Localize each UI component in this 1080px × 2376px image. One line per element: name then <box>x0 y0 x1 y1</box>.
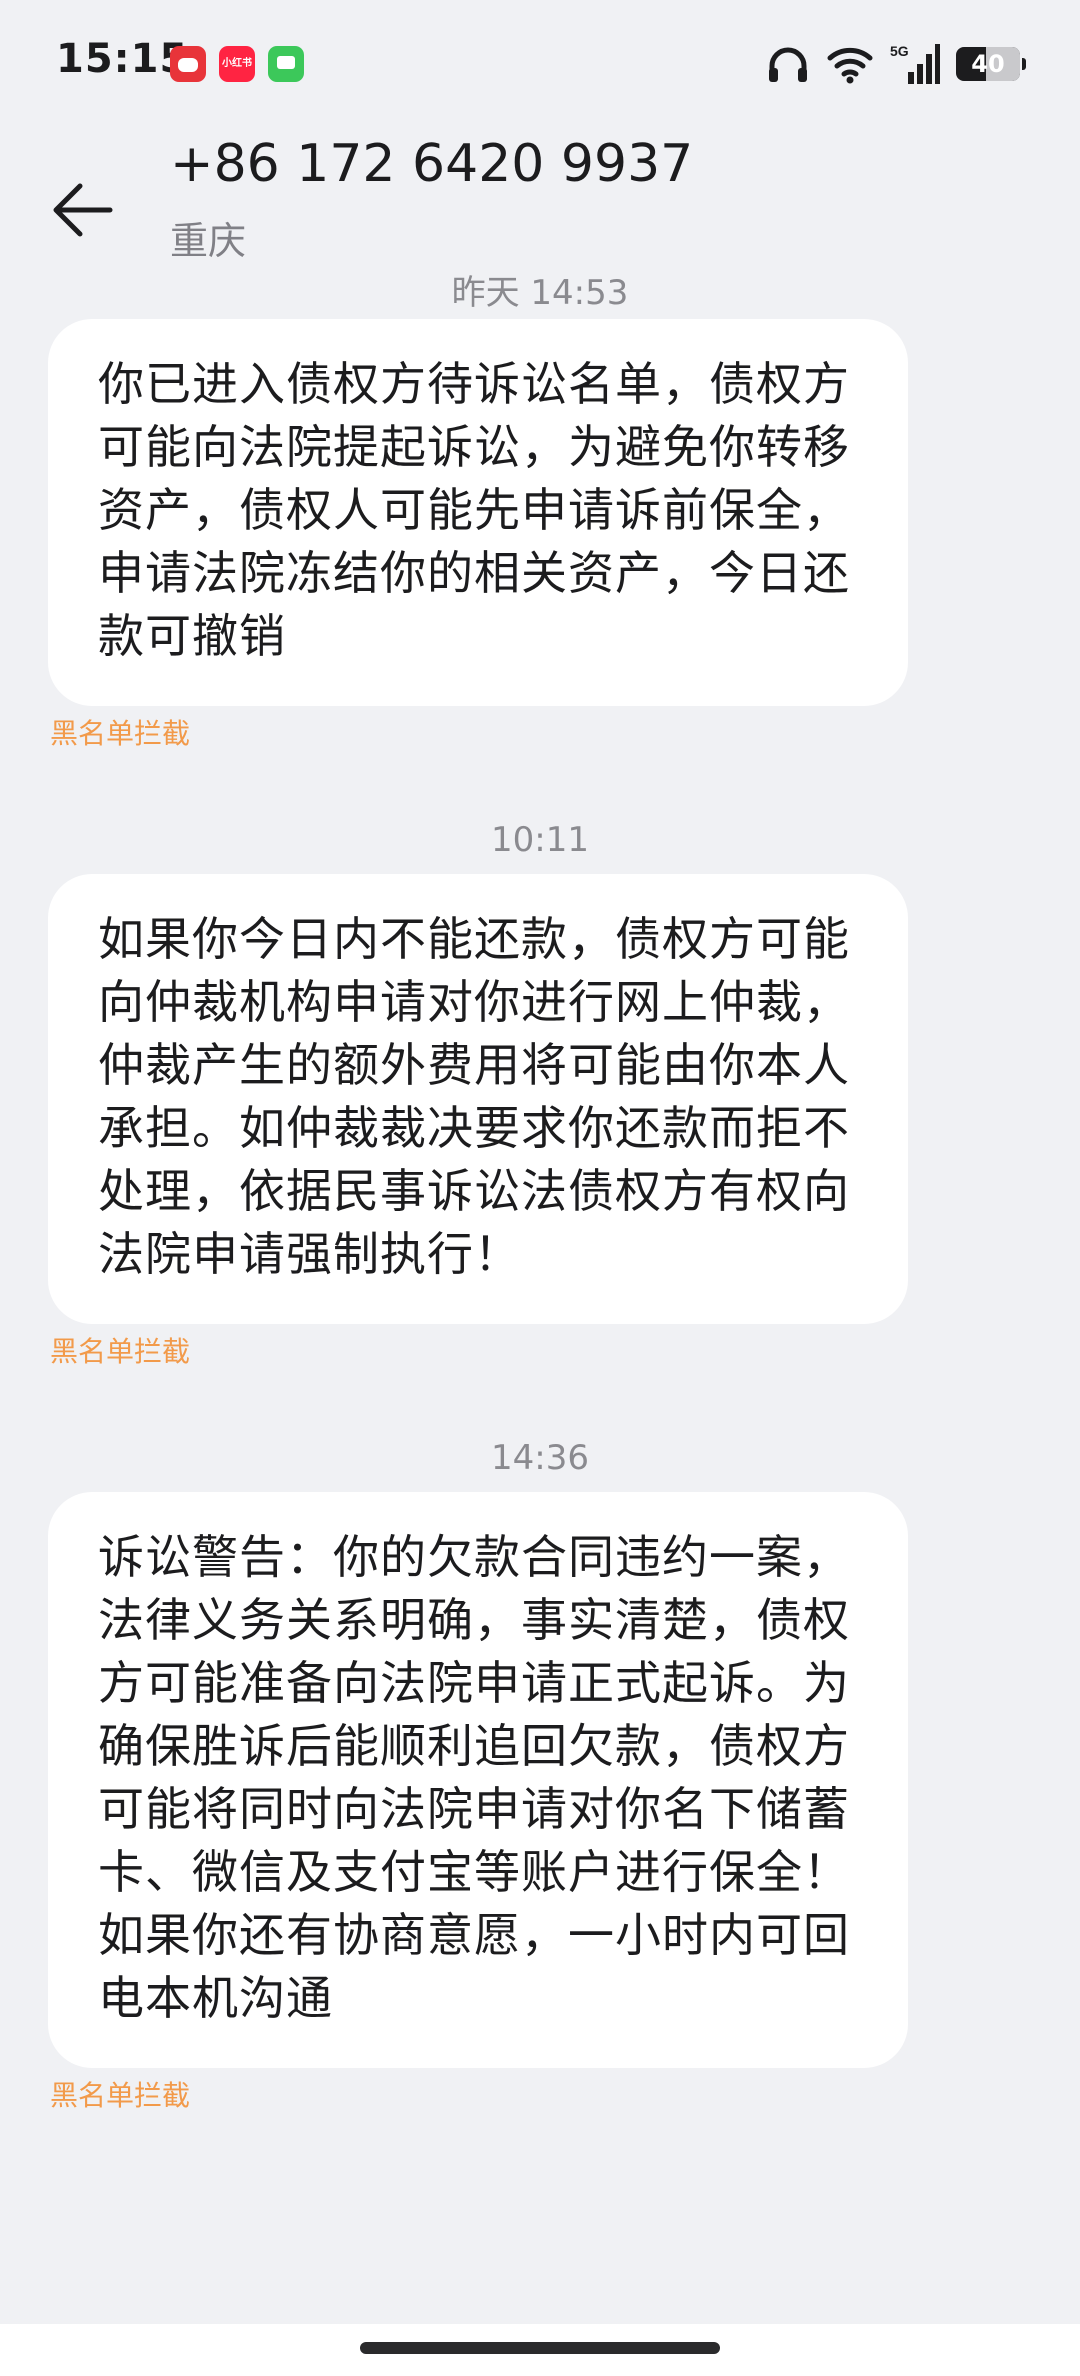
status-bar: 15:15 小红书 5G 40 <box>0 0 1080 120</box>
headphones-icon <box>769 47 807 82</box>
message-timestamp: 昨天 14:53 <box>451 273 629 313</box>
message-bubble[interactable]: 如果你今日内不能还款，债权方可能向仲裁机构申请对你进行网上仲裁，仲裁产生的额外费… <box>48 874 908 1324</box>
message-timestamp: 10:11 <box>491 820 589 860</box>
status-indicators: 5G 40 <box>766 42 1026 86</box>
gesture-bar-area <box>0 2324 1080 2376</box>
message-bubble[interactable]: 你已进入债权方待诉讼名单，债权方可能向法院提起诉讼，为避免你转移资产，债权人可能… <box>48 319 908 706</box>
message-timestamp: 14:36 <box>491 1438 589 1478</box>
messages-app-icon <box>268 46 304 82</box>
status-time: 15:15 <box>56 36 189 82</box>
cellular-5g-icon: 5G <box>890 43 940 84</box>
message-bubble[interactable]: 诉讼警告：你的欠款合同违约一案，法律义务关系明确，事实清楚，债权方可能准备向法院… <box>48 1492 908 2068</box>
blocked-tag: 黑名单拦截 <box>50 1335 191 1368</box>
wifi-icon <box>827 47 873 84</box>
blocked-tag: 黑名单拦截 <box>50 2079 191 2112</box>
battery-level: 40 <box>971 50 1005 78</box>
network-label: 5G <box>890 43 909 59</box>
back-arrow-icon[interactable] <box>44 170 124 250</box>
battery-icon: 40 <box>956 47 1026 81</box>
message-thread: 昨天 14:53 你已进入债权方待诉讼名单，债权方可能向法院提起诉讼，为避免你转… <box>0 265 1080 2114</box>
contact-location: 重庆 <box>170 219 247 263</box>
conversation-header: +86 172 6420 9937 重庆 <box>0 130 1080 270</box>
red-app-icon <box>170 46 206 82</box>
contact-number: +86 172 6420 9937 <box>170 134 694 194</box>
blocked-tag: 黑名单拦截 <box>50 717 191 750</box>
home-indicator[interactable] <box>360 2342 720 2354</box>
xiaohongshu-icon: 小红书 <box>219 46 255 82</box>
